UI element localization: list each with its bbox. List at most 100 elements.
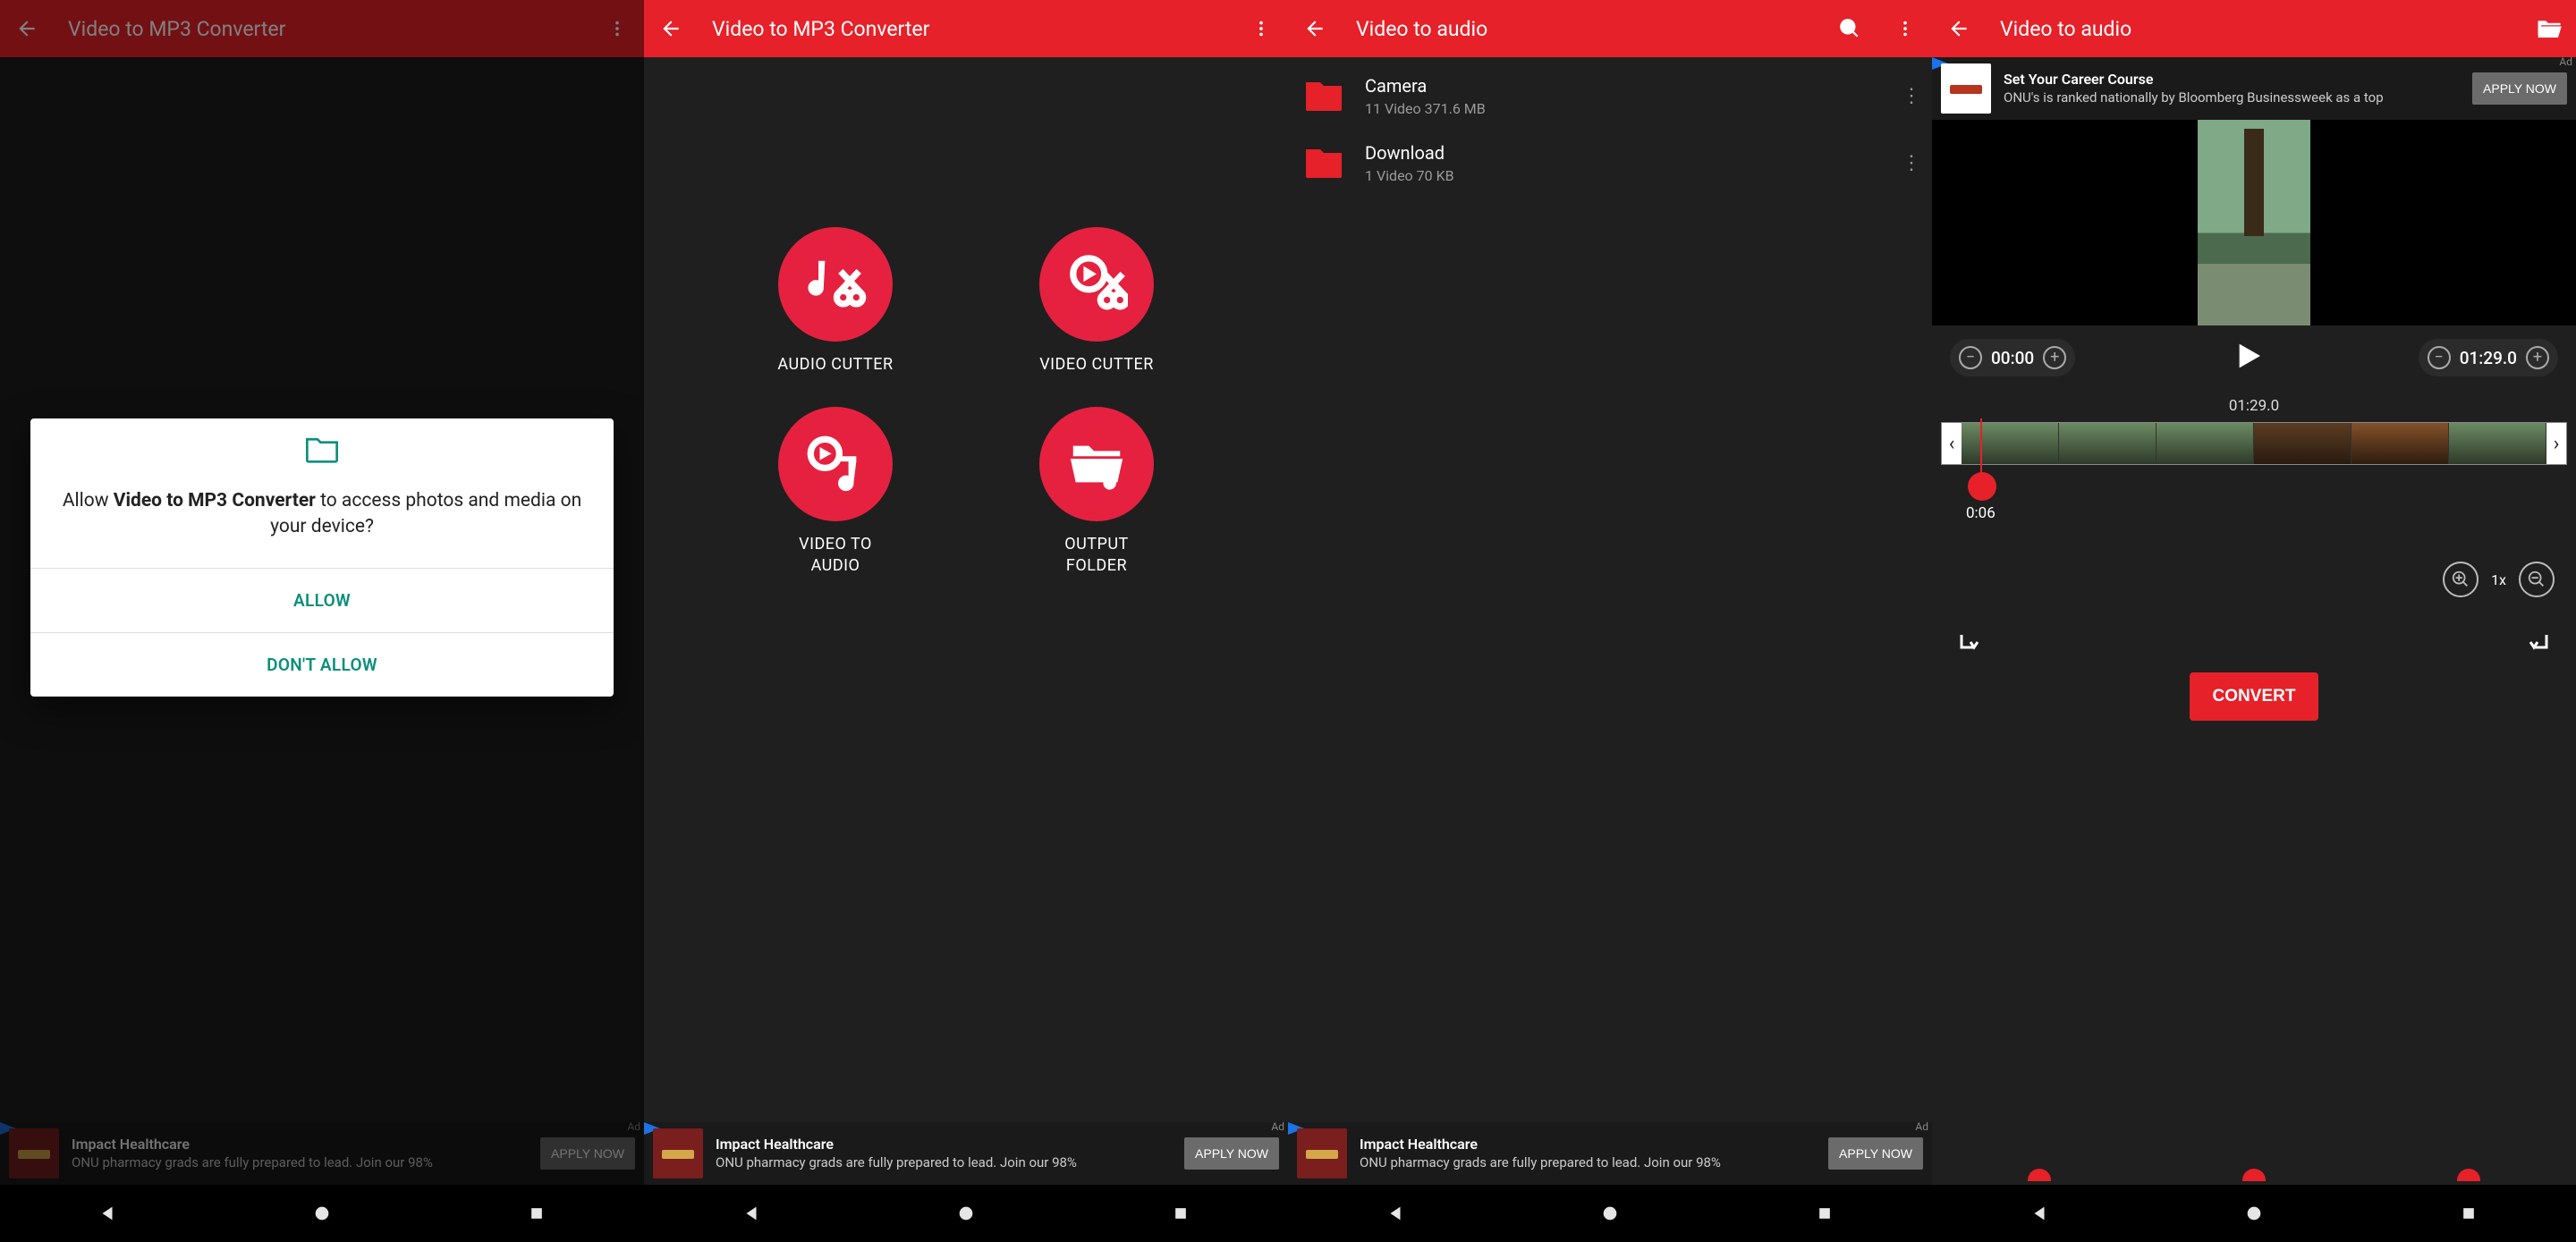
search-icon[interactable] — [1830, 9, 1869, 48]
appbar: Video to MP3 Converter — [0, 0, 644, 57]
nav-back-icon[interactable] — [76, 1200, 139, 1227]
tool-label: AUDIO CUTTER — [777, 354, 893, 375]
dialog-message: Allow Video to MP3 Converter to access p… — [30, 469, 614, 568]
tool-grid: AUDIO CUTTER VIDEO CUTTER VIDEO TO AUDIO… — [644, 57, 1288, 1242]
deny-button[interactable]: DON'T ALLOW — [30, 632, 614, 697]
open-folder-icon[interactable] — [2529, 9, 2569, 48]
nav-recents-icon[interactable] — [1149, 1200, 1212, 1227]
ad-body: ONU pharmacy grads are fully prepared to… — [716, 1154, 1172, 1172]
playhead-handle[interactable] — [1968, 472, 1996, 501]
ad-thumbnail — [9, 1128, 59, 1179]
folder-item-camera[interactable]: Camera 11 Video 371.6 MB ⋮ — [1288, 63, 1932, 130]
appbar: Video to audio — [1288, 0, 1932, 57]
nav-back-icon[interactable] — [1364, 1200, 1427, 1227]
screen-title: Video to audio — [1356, 17, 1809, 41]
ad-headline: Impact Healthcare — [1360, 1136, 1816, 1154]
tool-video-cutter[interactable]: VIDEO CUTTER — [977, 227, 1216, 375]
nav-home-icon[interactable] — [935, 1200, 997, 1227]
ad-cta-button[interactable]: APPLY NOW — [540, 1137, 635, 1170]
timeline-thumb — [1962, 423, 2059, 464]
start-increment-button[interactable]: + — [2043, 346, 2066, 369]
ad-banner[interactable]: Ad Impact Healthcare ONU pharmacy grads … — [1288, 1122, 1932, 1185]
ad-banner-top[interactable]: Ad Set Your Career Course ONU's is ranke… — [1932, 57, 2576, 120]
ad-body: ONU pharmacy grads are fully prepared to… — [1360, 1154, 1816, 1172]
folder-name: Camera — [1365, 75, 1880, 97]
tool-label: VIDEO CUTTER — [1039, 354, 1154, 375]
back-icon[interactable] — [651, 9, 691, 48]
folder-item-download[interactable]: Download 1 Video 70 KB ⋮ — [1288, 130, 1932, 197]
nav-home-icon[interactable] — [291, 1200, 353, 1227]
start-decrement-button[interactable]: − — [1959, 346, 1982, 369]
start-time: 00:00 — [1991, 348, 2034, 368]
zoom-out-button[interactable] — [2519, 562, 2555, 597]
keep-right-icon[interactable] — [2515, 628, 2551, 660]
system-nav — [1288, 1185, 1932, 1242]
end-decrement-button[interactable]: − — [2428, 346, 2451, 369]
folder-icon — [304, 435, 340, 465]
ad-cta-button[interactable]: APPLY NOW — [2472, 72, 2567, 105]
nav-back-icon[interactable] — [720, 1200, 783, 1227]
right-trim-handle[interactable]: › — [2546, 423, 2566, 464]
playhead-time: 0:06 — [1966, 504, 1996, 522]
timeline-strip[interactable]: ‹ › — [1941, 422, 2567, 465]
ad-cta-button[interactable]: APPLY NOW — [1828, 1137, 1923, 1170]
tool-video-to-audio[interactable]: VIDEO TO AUDIO — [716, 407, 955, 576]
app-title: Video to MP3 Converter — [68, 17, 576, 41]
end-time-pill: − 01:29.0 + — [2419, 339, 2558, 376]
tool-audio-cutter[interactable]: AUDIO CUTTER — [716, 227, 955, 375]
folder-meta: 11 Video 371.6 MB — [1365, 100, 1880, 117]
app-title: Video to MP3 Converter — [712, 17, 1220, 41]
content-area: AUDIO FOLDER Allow Video to MP3 Converte… — [0, 57, 644, 1242]
tool-label: OUTPUT FOLDER — [1064, 534, 1129, 576]
zoom-in-button[interactable] — [2443, 562, 2479, 597]
folder-icon — [1301, 79, 1347, 114]
timeline-thumb — [2157, 423, 2254, 464]
nav-recents-icon[interactable] — [1793, 1200, 1856, 1227]
folder-overflow-icon[interactable]: ⋮ — [1898, 85, 1925, 107]
back-icon[interactable] — [1295, 9, 1335, 48]
timeline-thumb — [2351, 423, 2449, 464]
overflow-icon[interactable] — [597, 9, 637, 48]
ad-body: ONU's is ranked nationally by Bloomberg … — [2004, 89, 2460, 107]
left-trim-handle[interactable]: ‹ — [1942, 423, 1962, 464]
screen-title: Video to audio — [2000, 17, 2508, 41]
convert-button[interactable]: CONVERT — [2190, 672, 2319, 721]
folder-meta: 1 Video 70 KB — [1365, 167, 1880, 184]
timeline-thumb — [2449, 423, 2546, 464]
start-time-pill: − 00:00 + — [1950, 339, 2075, 376]
timeline-thumb — [2059, 423, 2157, 464]
permission-dialog: Allow Video to MP3 Converter to access p… — [30, 418, 614, 697]
nav-home-icon[interactable] — [2223, 1200, 2285, 1227]
ad-label: Ad — [2559, 55, 2572, 68]
system-nav — [644, 1185, 1288, 1242]
system-nav — [0, 1185, 644, 1242]
overflow-icon[interactable] — [1885, 9, 1925, 48]
keep-left-icon[interactable] — [1957, 628, 1993, 660]
appbar: Video to audio — [1932, 0, 2576, 57]
ad-thumbnail — [653, 1128, 703, 1179]
back-icon[interactable] — [7, 9, 47, 48]
ad-headline: Set Your Career Course — [2004, 71, 2460, 89]
nav-back-icon[interactable] — [2008, 1200, 2071, 1227]
overflow-icon[interactable] — [1241, 9, 1281, 48]
timeline-thumb — [2254, 423, 2351, 464]
back-icon[interactable] — [1939, 9, 1979, 48]
play-button[interactable] — [2229, 338, 2265, 377]
ad-label: Ad — [1271, 1120, 1284, 1133]
allow-button[interactable]: ALLOW — [30, 568, 614, 632]
nav-recents-icon[interactable] — [2437, 1200, 2500, 1227]
nav-home-icon[interactable] — [1579, 1200, 1641, 1227]
ad-banner[interactable]: Ad Impact Healthcare ONU pharmacy grads … — [644, 1122, 1288, 1185]
tool-output-folder[interactable]: OUTPUT FOLDER — [977, 407, 1216, 576]
folder-overflow-icon[interactable]: ⋮ — [1898, 152, 1925, 174]
zoom-level: 1x — [2491, 571, 2506, 588]
nav-recents-icon[interactable] — [505, 1200, 568, 1227]
video-preview[interactable] — [1932, 120, 2576, 325]
ad-cta-button[interactable]: APPLY NOW — [1184, 1137, 1279, 1170]
ad-banner[interactable]: Ad Impact Healthcare ONU pharmacy grads … — [0, 1122, 644, 1185]
ad-label: Ad — [1915, 1120, 1928, 1133]
ad-thumbnail — [1941, 63, 1991, 114]
ad-body: ONU pharmacy grads are fully prepared to… — [72, 1154, 528, 1172]
folder-name: Download — [1365, 142, 1880, 164]
end-increment-button[interactable]: + — [2526, 346, 2549, 369]
